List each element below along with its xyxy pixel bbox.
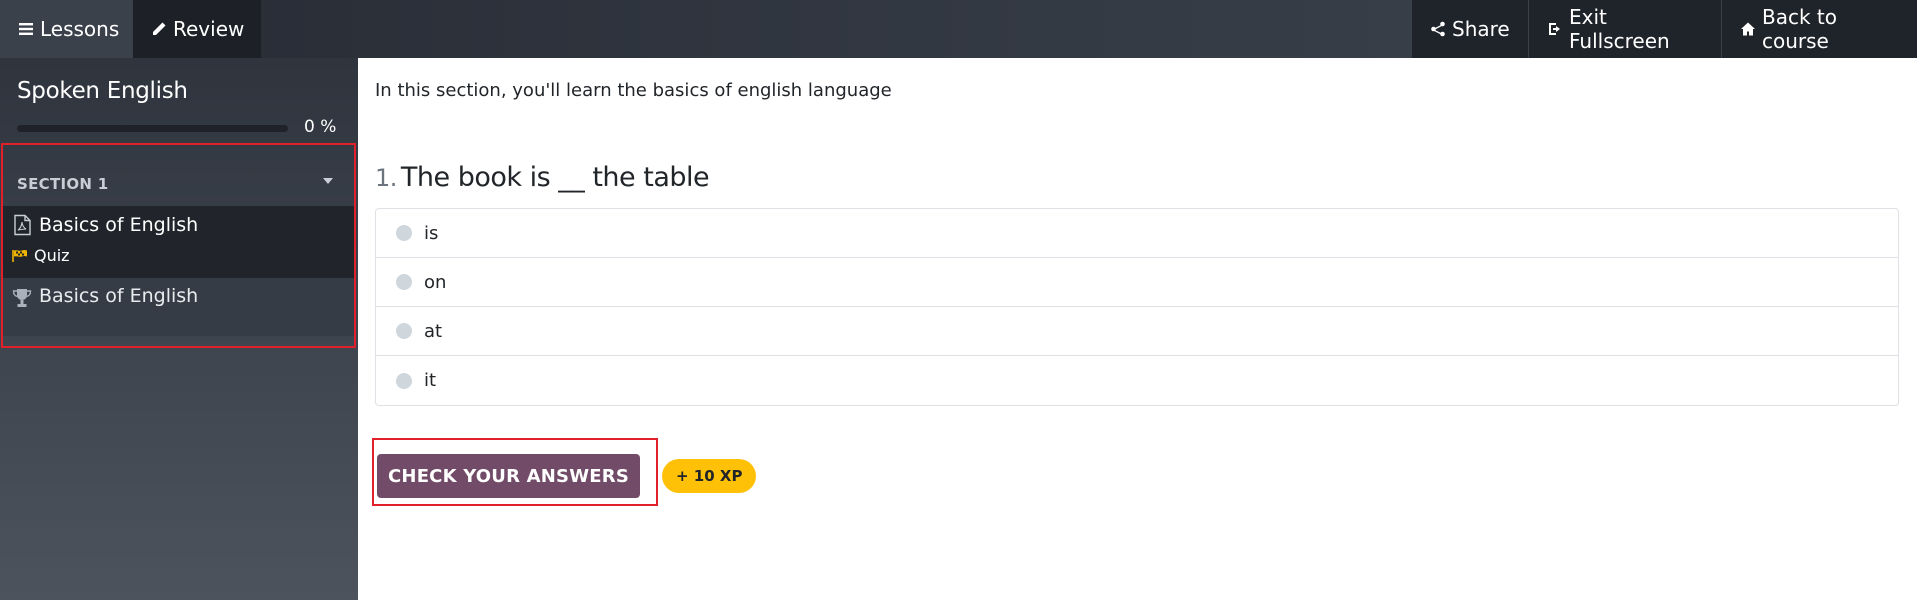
answer-label: on	[424, 271, 447, 293]
caret-down-icon[interactable]	[323, 178, 333, 184]
review-button[interactable]: Review	[133, 0, 261, 58]
section-header[interactable]: SECTION 1	[2, 144, 355, 206]
answer-label: at	[424, 320, 443, 342]
answer-option[interactable]: is	[376, 209, 1898, 258]
question-number: 1.	[375, 164, 397, 192]
sidebar: Spoken English 0 % SECTION 1 Basics of E…	[0, 58, 358, 600]
bars-icon	[19, 23, 33, 35]
exit-fullscreen-button[interactable]: Exit Fullscreen	[1528, 0, 1721, 58]
share-label: Share	[1452, 17, 1510, 41]
answer-option[interactable]: at	[376, 307, 1898, 356]
question-title: 1. The book is __ the table	[375, 162, 710, 193]
sidebar-item-title: Basics of English	[39, 285, 199, 307]
pencil-icon	[153, 22, 166, 35]
sidebar-item-title: Basics of English	[39, 214, 199, 236]
radio-button[interactable]	[396, 323, 412, 339]
sidebar-item-basics-quiz[interactable]: Basics of English Quiz	[2, 206, 355, 278]
section-intro: In this section, you'll learn the basics…	[375, 80, 892, 101]
question-text: The book is __ the table	[400, 162, 710, 193]
main-content: In this section, you'll learn the basics…	[358, 58, 1917, 600]
review-label: Review	[173, 17, 245, 41]
course-title: Spoken English	[17, 78, 188, 104]
exit-icon	[1549, 23, 1560, 35]
check-answers-button[interactable]: CHECK YOUR ANSWERS	[377, 454, 640, 498]
top-bar: Lessons Review Share Exit Fullscreen Bac…	[0, 0, 1917, 58]
radio-button[interactable]	[396, 274, 412, 290]
share-icon	[1431, 21, 1445, 37]
share-button[interactable]: Share	[1411, 0, 1528, 58]
answer-option[interactable]: it	[376, 356, 1898, 405]
flag-icon	[12, 249, 27, 262]
progress-text: 0 %	[304, 117, 337, 137]
quiz-label: Quiz	[34, 246, 70, 265]
section-panel: SECTION 1 Basics of English Quiz Basics …	[2, 144, 355, 346]
trophy-icon	[12, 289, 32, 307]
answer-option[interactable]: on	[376, 258, 1898, 307]
progress-bar	[17, 125, 288, 132]
back-to-course-button[interactable]: Back to course	[1721, 0, 1917, 58]
answer-label: is	[424, 222, 439, 244]
radio-button[interactable]	[396, 372, 412, 389]
back-to-course-label: Back to course	[1762, 5, 1837, 53]
sidebar-item-basics-certification[interactable]: Basics of English	[2, 278, 355, 336]
radio-button[interactable]	[396, 225, 412, 241]
answer-list: is on at it	[375, 208, 1899, 406]
exit-fullscreen-label: Exit Fullscreen	[1569, 5, 1670, 53]
xp-badge: + 10 XP	[662, 459, 757, 493]
lessons-label: Lessons	[40, 17, 120, 41]
home-icon	[1741, 22, 1755, 36]
quiz-tag: Quiz	[12, 246, 70, 265]
top-bar-left: Lessons Review	[0, 0, 261, 58]
section-title: SECTION 1	[17, 175, 109, 193]
file-pdf-icon	[14, 214, 31, 236]
lessons-button[interactable]: Lessons	[0, 0, 133, 58]
answer-label: it	[424, 370, 437, 391]
top-bar-right: Share Exit Fullscreen Back to course	[1411, 0, 1917, 58]
